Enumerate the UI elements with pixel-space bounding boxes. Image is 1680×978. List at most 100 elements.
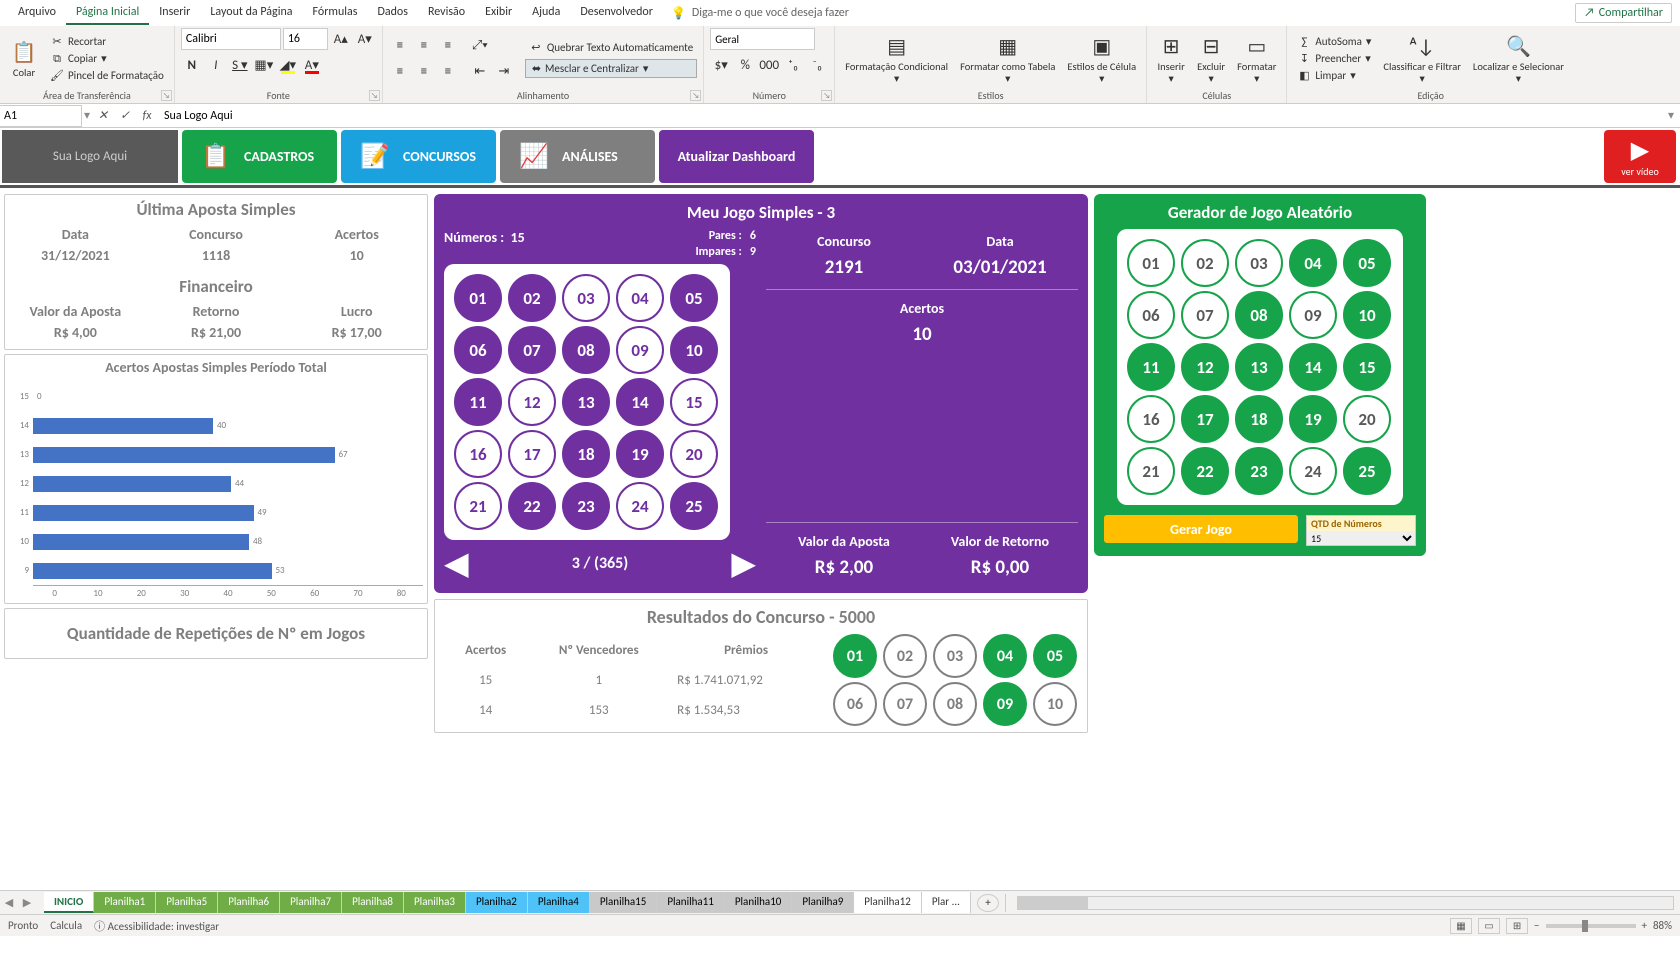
ver-video-button[interactable]: ▶ ver vídeo <box>1604 130 1676 183</box>
format-painter-button[interactable]: 🖌Pincel de Formatação <box>46 68 168 84</box>
jogo-ball-16[interactable]: 16 <box>454 430 502 478</box>
menu-item-fórmulas[interactable]: Fórmulas <box>303 1 368 25</box>
jogo-ball-24[interactable]: 24 <box>616 482 664 530</box>
alignment-launcher[interactable]: ↘ <box>690 90 701 101</box>
font-launcher[interactable]: ↘ <box>369 90 380 101</box>
atualizar-dashboard-button[interactable]: Atualizar Dashboard <box>659 130 814 183</box>
menu-item-layout-da-página[interactable]: Layout da Página <box>200 1 302 25</box>
bold-button[interactable]: N <box>181 54 203 76</box>
fill-color-button[interactable]: ◢▾ <box>277 54 299 76</box>
page-break-view-button[interactable]: ⊞ <box>1506 918 1528 934</box>
sheet-tab-planilha5[interactable]: Planilha5 <box>156 892 218 913</box>
format-cells-button[interactable]: ▭Formatar▾ <box>1233 31 1280 86</box>
zoom-out-button[interactable]: − <box>1534 919 1539 932</box>
zoom-in-button[interactable]: + <box>1642 919 1647 932</box>
orientation-button[interactable]: ⤢▾ <box>469 35 491 57</box>
number-format-select[interactable] <box>710 28 815 50</box>
clipboard-launcher[interactable]: ↘ <box>161 90 172 101</box>
accounting-format-button[interactable]: $▾ <box>710 54 732 76</box>
align-left-button[interactable]: ≡ <box>389 61 411 83</box>
jogo-ball-01[interactable]: 01 <box>454 274 502 322</box>
cut-button[interactable]: ✂Recortar <box>46 34 168 50</box>
analises-button[interactable]: 📈 ANÁLISES <box>500 130 655 183</box>
align-top-button[interactable]: ≡ <box>389 35 411 57</box>
sheet-tab-planilha2[interactable]: Planilha2 <box>466 892 528 913</box>
new-sheet-button[interactable]: + <box>977 894 999 912</box>
jogo-ball-07[interactable]: 07 <box>508 326 556 374</box>
sheet-tab-planilha8[interactable]: Planilha8 <box>342 892 404 913</box>
underline-button[interactable]: S ▾ <box>229 54 251 76</box>
jogo-ball-21[interactable]: 21 <box>454 482 502 530</box>
conditional-format-button[interactable]: ▤Formatação Condicional▾ <box>841 31 952 86</box>
sheet-tab-planilha4[interactable]: Planilha4 <box>528 892 590 913</box>
font-name-select[interactable] <box>181 28 281 50</box>
jogo-ball-10[interactable]: 10 <box>670 326 718 374</box>
align-bottom-button[interactable]: ≡ <box>437 35 459 57</box>
gerar-jogo-button[interactable]: Gerar Jogo <box>1104 515 1298 543</box>
name-box-dropdown[interactable]: ▾ <box>82 108 92 123</box>
align-middle-button[interactable]: ≡ <box>413 35 435 57</box>
name-box[interactable] <box>0 105 82 127</box>
fx-button[interactable]: fx <box>136 109 158 123</box>
sort-filter-button[interactable]: ᴬ↓Classificar e Filtrar▾ <box>1379 31 1465 86</box>
jogo-ball-17[interactable]: 17 <box>508 430 556 478</box>
increase-indent-button[interactable]: ⇥ <box>493 61 515 83</box>
menu-item-página-inicial[interactable]: Página Inicial <box>66 1 149 25</box>
jogo-ball-08[interactable]: 08 <box>562 326 610 374</box>
decrease-indent-button[interactable]: ⇤ <box>469 61 491 83</box>
menu-item-inserir[interactable]: Inserir <box>149 1 200 25</box>
jogo-ball-14[interactable]: 14 <box>616 378 664 426</box>
jogo-ball-19[interactable]: 19 <box>616 430 664 478</box>
sheet-tab-planilha3[interactable]: Planilha3 <box>404 892 466 913</box>
border-button[interactable]: ▦▾ <box>253 54 275 76</box>
wrap-text-button[interactable]: ↩Quebrar Texto Automaticamente <box>525 39 697 55</box>
autosum-button[interactable]: ∑AutoSoma ▾ <box>1293 34 1375 50</box>
sheet-tab-planilha1[interactable]: Planilha1 <box>94 892 156 913</box>
decrease-decimal-button[interactable]: ⁻₀ <box>806 54 828 76</box>
qtd-numeros-control[interactable]: QTD de Números 15 <box>1306 515 1416 546</box>
increase-decimal-button[interactable]: ⁺₀ <box>782 54 804 76</box>
accessibility-status[interactable]: ⓘ Acessibilidade: investigar <box>94 918 219 934</box>
sheet-tab-plar ...[interactable]: Plar ... <box>922 892 971 913</box>
jogo-ball-22[interactable]: 22 <box>508 482 556 530</box>
sheet-tab-planilha12[interactable]: Planilha12 <box>854 892 922 913</box>
sheet-tab-planilha9[interactable]: Planilha9 <box>792 892 854 913</box>
fill-button[interactable]: ↧Preencher ▾ <box>1293 51 1375 67</box>
menu-item-arquivo[interactable]: Arquivo <box>8 1 66 25</box>
cell-styles-button[interactable]: ▣Estilos de Célula▾ <box>1063 31 1140 86</box>
jogo-ball-15[interactable]: 15 <box>670 378 718 426</box>
jogo-ball-04[interactable]: 04 <box>616 274 664 322</box>
font-color-button[interactable]: A▾ <box>301 54 323 76</box>
jogo-ball-13[interactable]: 13 <box>562 378 610 426</box>
jogo-ball-09[interactable]: 09 <box>616 326 664 374</box>
sheet-tab-planilha7[interactable]: Planilha7 <box>280 892 342 913</box>
qtd-numeros-select[interactable]: 15 <box>1307 531 1415 545</box>
jogo-ball-02[interactable]: 02 <box>508 274 556 322</box>
zoom-slider[interactable] <box>1546 924 1636 928</box>
menu-item-exibir[interactable]: Exibir <box>475 1 522 25</box>
italic-button[interactable]: I <box>205 54 227 76</box>
formula-input[interactable] <box>158 105 1662 127</box>
concursos-button[interactable]: 📝 CONCURSOS <box>341 130 496 183</box>
thousands-button[interactable]: 000 <box>758 54 780 76</box>
decrease-font-button[interactable]: A▾ <box>354 28 376 50</box>
horizontal-scrollbar[interactable] <box>1017 896 1674 910</box>
font-size-select[interactable] <box>283 28 328 50</box>
cadastros-button[interactable]: 📋 CADASTROS <box>182 130 337 183</box>
page-layout-view-button[interactable]: ▭ <box>1478 918 1500 934</box>
delete-cells-button[interactable]: ⊟Excluir▾ <box>1193 31 1229 86</box>
sheet-tab-planilha11[interactable]: Planilha11 <box>657 892 725 913</box>
jogo-ball-25[interactable]: 25 <box>670 482 718 530</box>
find-select-button[interactable]: 🔍Localizar e Selecionar▾ <box>1469 31 1568 86</box>
sheet-tab-inicio[interactable]: INICIO <box>44 892 94 913</box>
menu-item-revisão[interactable]: Revisão <box>418 1 475 25</box>
zoom-level[interactable]: 88% <box>1653 919 1672 932</box>
formula-expand-button[interactable]: ▾ <box>1662 108 1680 123</box>
share-button[interactable]: ↗ Compartilhar <box>1575 3 1672 23</box>
jogo-prev-button[interactable]: ◀ <box>444 544 469 583</box>
format-as-table-button[interactable]: ▦Formatar como Tabela▾ <box>956 31 1059 86</box>
accept-formula-button[interactable]: ✓ <box>114 108 136 123</box>
copy-button[interactable]: ⧉Copiar ▾ <box>46 51 168 67</box>
increase-font-button[interactable]: A▴ <box>330 28 352 50</box>
menu-item-desenvolvedor[interactable]: Desenvolvedor <box>570 1 663 25</box>
